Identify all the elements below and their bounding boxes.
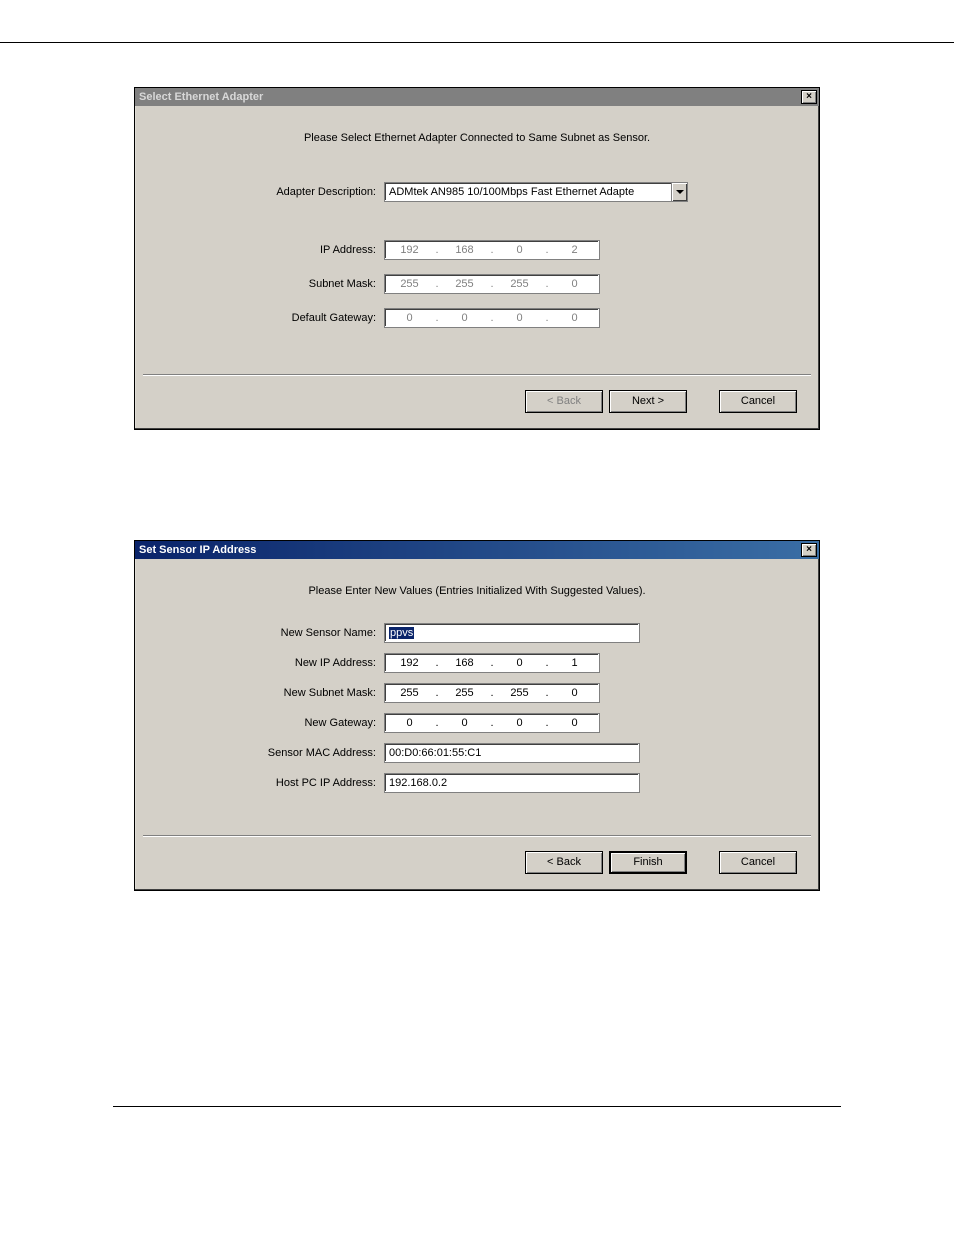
sensor-mac-address-label: Sensor MAC Address: — [162, 747, 384, 759]
cancel-button[interactable]: Cancel — [719, 390, 797, 413]
new-sensor-name-input[interactable]: ppvs — [384, 623, 640, 643]
select-ethernet-adapter-dialog: Select Ethernet Adapter × Please Select … — [134, 87, 820, 430]
host-pc-ip-input[interactable]: 192.168.0.2 — [384, 773, 640, 793]
adapter-description-dropdown[interactable]: ADMtek AN985 10/100Mbps Fast Ethernet Ad… — [384, 182, 688, 202]
default-gateway-field: 0. 0. 0. 0 — [384, 308, 600, 328]
button-row: < Back Next > Cancel — [135, 376, 819, 429]
new-gateway-input[interactable]: 0. 0. 0. 0 — [384, 713, 600, 733]
adapter-description-label: Adapter Description: — [162, 186, 384, 198]
new-sensor-name-label: New Sensor Name: — [162, 627, 384, 639]
default-gateway-label: Default Gateway: — [162, 312, 384, 324]
new-ip-address-label: New IP Address: — [162, 657, 384, 669]
adapter-description-value: ADMtek AN985 10/100Mbps Fast Ethernet Ad… — [385, 183, 671, 201]
sensor-mac-address-input[interactable]: 00:D0:66:01:55:C1 — [384, 743, 640, 763]
host-pc-ip-label: Host PC IP Address: — [162, 777, 384, 789]
sensor-mac-address-value: 00:D0:66:01:55:C1 — [389, 747, 481, 759]
titlebar[interactable]: Select Ethernet Adapter × — [135, 88, 819, 106]
back-button: < Back — [525, 390, 603, 413]
ip-address-field: 192. 168. 0. 2 — [384, 240, 600, 260]
chevron-down-icon[interactable] — [671, 183, 687, 201]
new-sensor-name-value: ppvs — [389, 627, 414, 639]
cancel-button[interactable]: Cancel — [719, 851, 797, 874]
subnet-mask-label: Subnet Mask: — [162, 278, 384, 290]
dialog-title: Set Sensor IP Address — [139, 544, 256, 556]
new-subnet-mask-input[interactable]: 255. 255. 255. 0 — [384, 683, 600, 703]
close-icon[interactable]: × — [801, 90, 817, 104]
new-gateway-label: New Gateway: — [162, 717, 384, 729]
next-button[interactable]: Next > — [609, 390, 687, 413]
new-subnet-mask-label: New Subnet Mask: — [162, 687, 384, 699]
new-ip-address-input[interactable]: 192. 168. 0. 1 — [384, 653, 600, 673]
close-icon[interactable]: × — [801, 543, 817, 557]
back-button[interactable]: < Back — [525, 851, 603, 874]
set-sensor-ip-dialog: Set Sensor IP Address × Please Enter New… — [134, 540, 820, 891]
host-pc-ip-value: 192.168.0.2 — [389, 777, 447, 789]
finish-button[interactable]: Finish — [609, 851, 687, 874]
instruction-text: Please Select Ethernet Adapter Connected… — [162, 132, 792, 144]
ip-address-label: IP Address: — [162, 244, 384, 256]
dialog-title: Select Ethernet Adapter — [139, 91, 263, 103]
instruction-text: Please Enter New Values (Entries Initial… — [162, 585, 792, 597]
button-row: < Back Finish Cancel — [135, 837, 819, 890]
subnet-mask-field: 255. 255. 255. 0 — [384, 274, 600, 294]
titlebar[interactable]: Set Sensor IP Address × — [135, 541, 819, 559]
